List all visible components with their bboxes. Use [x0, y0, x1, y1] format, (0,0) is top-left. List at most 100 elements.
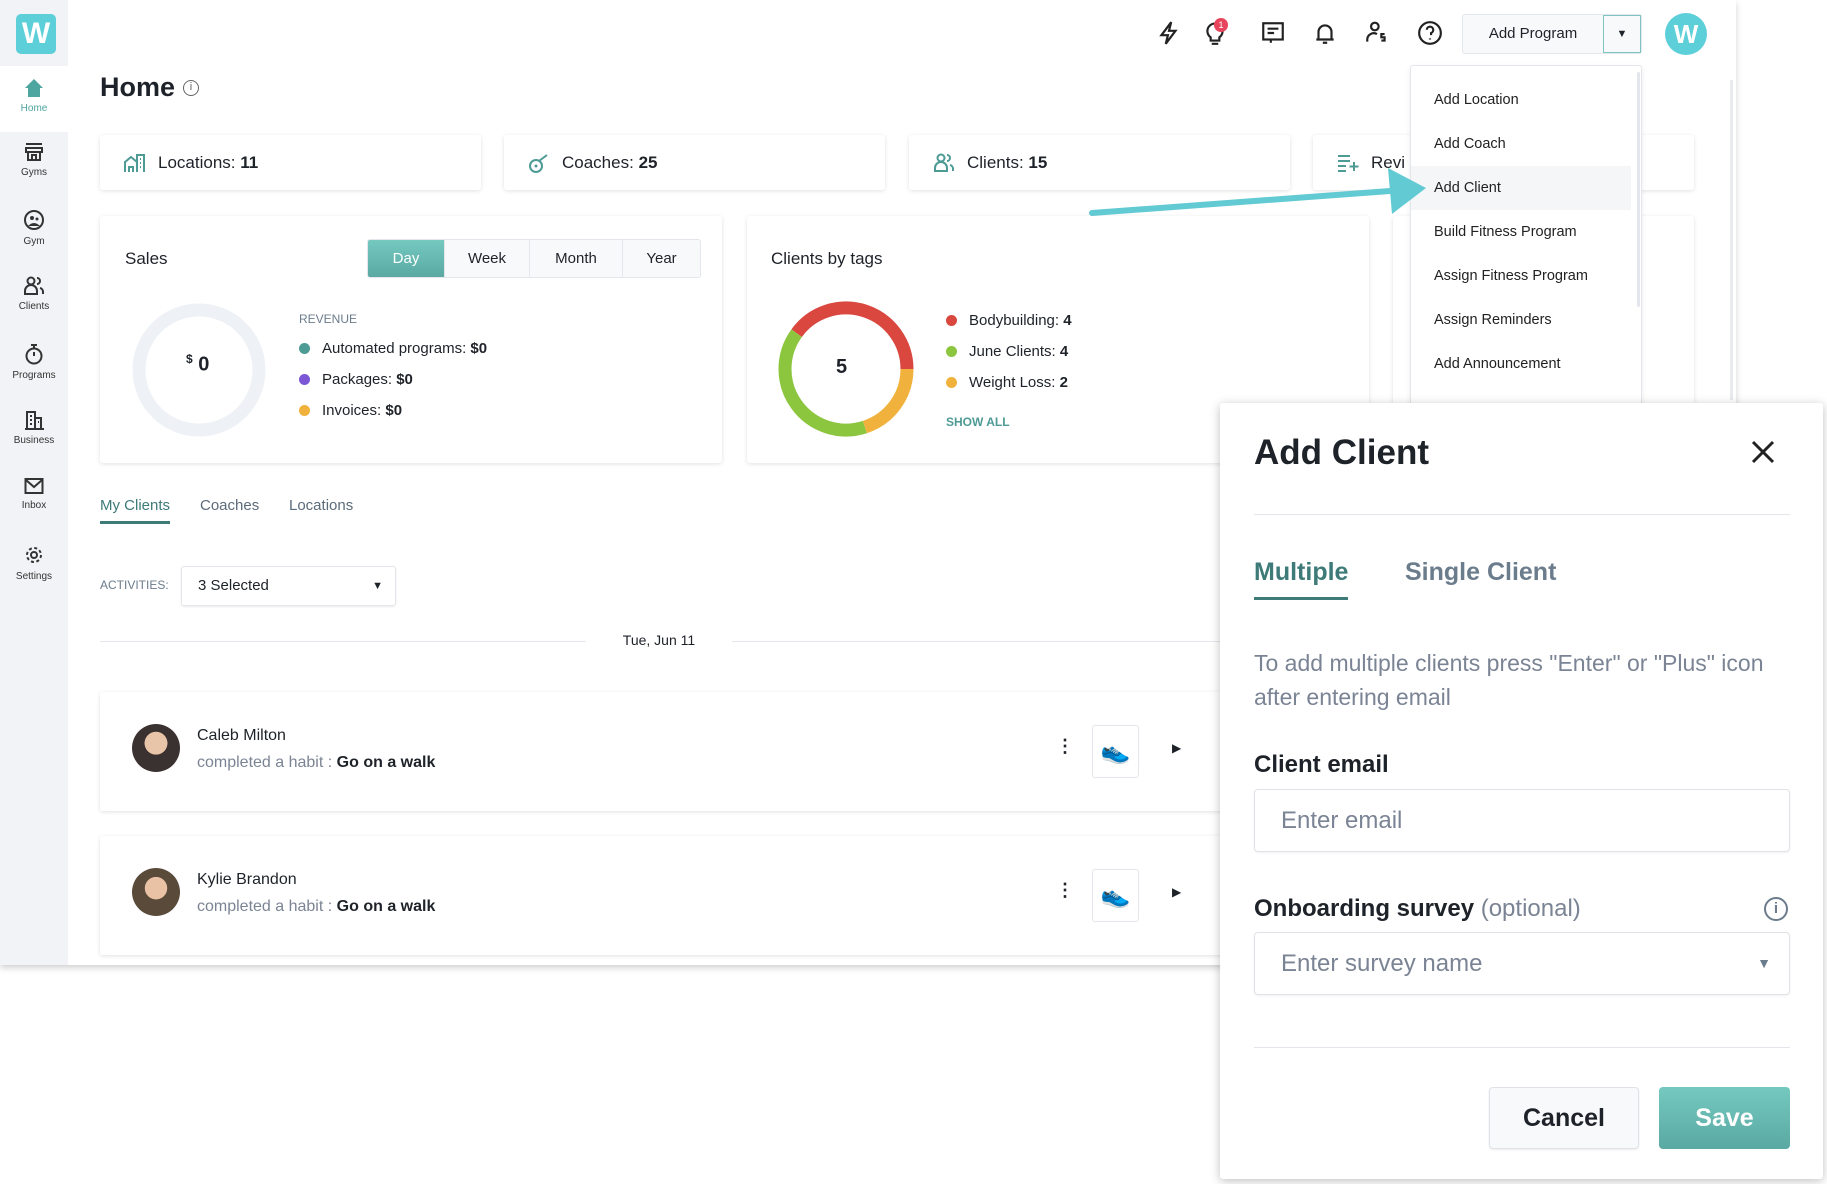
- bolt-icon[interactable]: [1156, 20, 1182, 46]
- add-program-button[interactable]: Add Program: [1463, 15, 1603, 53]
- sidebar-item-label: Clients: [18, 301, 50, 312]
- stat-card-clients[interactable]: Clients: 15: [909, 135, 1290, 190]
- email-input[interactable]: Enter email: [1254, 789, 1790, 852]
- legend-dot: [299, 374, 310, 385]
- tag-item[interactable]: Weight Loss: 2: [946, 374, 1068, 391]
- gym-icon: [24, 210, 44, 230]
- sidebar-item-settings[interactable]: Settings: [0, 535, 68, 601]
- sales-title: Sales: [125, 249, 168, 268]
- more-options-icon[interactable]: ⋮: [1056, 736, 1074, 757]
- sidebar-item-label: Inbox: [21, 500, 47, 511]
- feed-date: Tue, Jun 11: [622, 632, 696, 648]
- user-dollar-icon[interactable]: [1364, 20, 1390, 46]
- divider: [100, 641, 586, 642]
- sidebar-item-label: Home: [20, 103, 48, 114]
- divider: [1254, 514, 1790, 515]
- avatar: [132, 868, 180, 916]
- gear-icon: [26, 547, 42, 563]
- menu-scrollbar[interactable]: [1637, 72, 1640, 307]
- sidebar-item-label: Gym: [23, 236, 45, 247]
- tag-item[interactable]: June Clients: 4: [946, 343, 1068, 360]
- sidebar-item-clients[interactable]: Clients: [0, 267, 68, 333]
- menu-item-build-fitness-program[interactable]: Build Fitness Program: [1411, 210, 1631, 254]
- stat-label: Locations: 11: [158, 152, 259, 172]
- stat-card-locations[interactable]: Locations: 11: [100, 135, 481, 190]
- info-icon[interactable]: i: [1764, 897, 1788, 921]
- sidebar-item-label: Business: [13, 435, 55, 446]
- stopwatch-icon: [25, 344, 43, 365]
- more-options-icon[interactable]: ⋮: [1056, 880, 1074, 901]
- menu-item-add-client[interactable]: Add Client: [1411, 166, 1631, 210]
- sidebar: W Home Gyms Gym Clients Programs Busines…: [0, 0, 68, 965]
- client-name[interactable]: Kylie Brandon: [197, 871, 297, 889]
- legend-dot: [946, 315, 957, 326]
- tags-center-value: 5: [836, 356, 848, 378]
- tab-multiple[interactable]: Multiple: [1254, 558, 1349, 600]
- menu-item-assign-fitness-program[interactable]: Assign Fitness Program: [1411, 254, 1631, 298]
- sidebar-item-inbox[interactable]: Inbox: [0, 468, 68, 534]
- tab-locations[interactable]: Locations: [289, 497, 353, 514]
- menu-item-add-coach[interactable]: Add Coach: [1411, 122, 1631, 166]
- home-icon: [25, 79, 43, 97]
- building-icon: [25, 411, 44, 430]
- sidebar-item-label: Settings: [15, 571, 53, 582]
- sidebar-item-gyms[interactable]: Gyms: [0, 133, 68, 199]
- close-icon[interactable]: [1750, 439, 1776, 465]
- period-week[interactable]: Week: [444, 240, 529, 277]
- activities-label: ACTIVITIES:: [100, 578, 169, 592]
- legend-dot: [299, 405, 310, 416]
- stat-label: Clients: 15: [967, 152, 1048, 172]
- legend-dot: [299, 343, 310, 354]
- sales-total: $ 0: [186, 352, 210, 376]
- activity-text: completed a habit : Go on a walk: [197, 898, 436, 915]
- tag-item[interactable]: Bodybuilding: 4: [946, 312, 1072, 329]
- cancel-button[interactable]: Cancel: [1489, 1087, 1639, 1149]
- page-title-text: Home: [100, 72, 176, 102]
- logo[interactable]: W: [16, 14, 56, 54]
- stat-card-coaches[interactable]: Coaches: 25: [504, 135, 885, 190]
- tab-single-client[interactable]: Single Client: [1405, 558, 1556, 587]
- expand-arrow-icon[interactable]: ▶: [1172, 885, 1181, 899]
- user-avatar[interactable]: W: [1665, 13, 1707, 55]
- modal-title: Add Client: [1254, 433, 1429, 472]
- users-icon: [934, 153, 954, 172]
- sidebar-item-label: Programs: [12, 370, 56, 381]
- menu-item-assign-reminders[interactable]: Assign Reminders: [1411, 298, 1631, 342]
- bell-icon[interactable]: [1312, 20, 1338, 46]
- page-title: Home i: [100, 72, 200, 103]
- locations-icon: [124, 153, 145, 172]
- tab-my-clients[interactable]: My Clients: [100, 497, 171, 524]
- chat-icon[interactable]: [1260, 20, 1286, 46]
- add-dropdown-menu: Add Location Add Coach Add Client Build …: [1410, 65, 1642, 410]
- activities-select[interactable]: 3 Selected ▼: [181, 566, 396, 606]
- sidebar-item-label: Gyms: [20, 167, 48, 178]
- period-month[interactable]: Month: [529, 240, 622, 277]
- shoe-icon: 👟: [1092, 869, 1139, 922]
- save-button[interactable]: Save: [1659, 1087, 1790, 1149]
- info-icon[interactable]: i: [183, 79, 200, 96]
- shoe-icon: 👟: [1092, 725, 1139, 778]
- tab-coaches[interactable]: Coaches: [200, 497, 259, 514]
- page-scrollbar[interactable]: [1730, 80, 1733, 400]
- sidebar-item-programs[interactable]: Programs: [0, 334, 68, 400]
- period-day[interactable]: Day: [368, 240, 444, 277]
- add-program-dropdown-toggle[interactable]: ▼: [1603, 15, 1641, 53]
- caret-down-icon: ▼: [372, 580, 383, 592]
- sidebar-item-home[interactable]: Home: [0, 66, 68, 132]
- menu-item-add-announcement[interactable]: Add Announcement: [1411, 342, 1631, 386]
- help-icon[interactable]: [1417, 20, 1443, 46]
- survey-label: Onboarding survey (optional): [1254, 895, 1581, 922]
- legend-dot: [946, 346, 957, 357]
- menu-item-add-location[interactable]: Add Location: [1411, 78, 1631, 122]
- sidebar-item-business[interactable]: Business: [0, 401, 68, 467]
- expand-arrow-icon[interactable]: ▶: [1172, 741, 1181, 755]
- list-star-icon: [1338, 154, 1359, 172]
- sidebar-item-gym[interactable]: Gym: [0, 200, 68, 266]
- survey-select[interactable]: Enter survey name ▼: [1254, 932, 1790, 995]
- period-year[interactable]: Year: [622, 240, 700, 277]
- whistle-icon: [529, 153, 548, 173]
- add-client-modal: Add Client Multiple Single Client To add…: [1220, 403, 1823, 1179]
- client-name[interactable]: Caleb Milton: [197, 727, 286, 745]
- revenue-item: Automated programs: $0: [299, 340, 487, 357]
- show-all-link[interactable]: SHOW ALL: [946, 415, 1010, 429]
